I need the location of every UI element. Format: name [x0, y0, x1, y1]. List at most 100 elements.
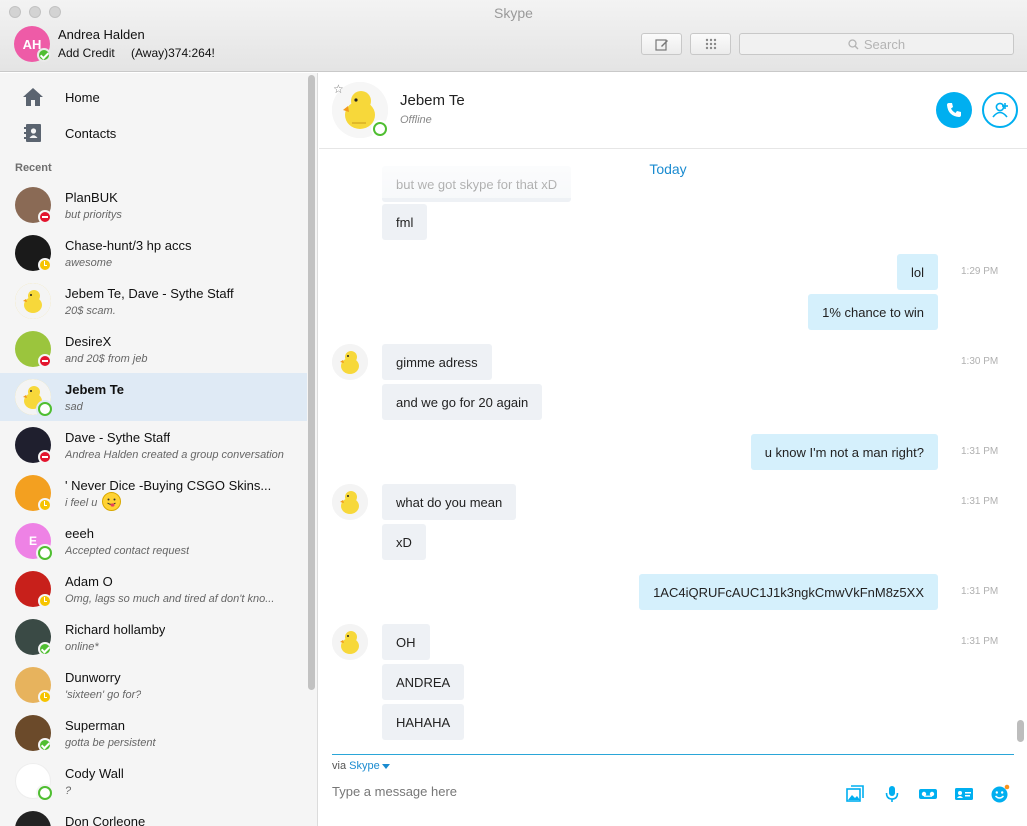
message-timestamp: 1:30 PM	[961, 356, 999, 367]
microphone-icon	[885, 786, 899, 802]
incoming-message[interactable]: xD	[382, 524, 426, 560]
dial-pad-icon	[705, 38, 716, 50]
outgoing-message[interactable]: 1% chance to win	[808, 294, 938, 330]
contact-item[interactable]: Dunworry 'sixteen' go for?	[0, 661, 307, 709]
duck-avatar-icon	[332, 624, 368, 660]
sender-avatar[interactable]	[332, 344, 368, 380]
contact-item[interactable]: Superman gotta be persistent	[0, 709, 307, 757]
conversation-status-offline-icon	[373, 122, 387, 136]
message-timestamp: 1:31 PM	[961, 586, 999, 597]
status-away-icon	[38, 498, 52, 512]
contact-mood: awesome	[65, 257, 113, 269]
chevron-down-icon[interactable]	[381, 763, 390, 769]
conversation-title[interactable]: Jebem Te	[400, 92, 465, 109]
messages-scrollbar[interactable]	[1017, 720, 1024, 742]
contact-mood: Omg, lags so much and tired af don't kno…	[65, 593, 275, 605]
search-icon	[848, 38, 859, 49]
contact-name: Richard hollamby	[65, 622, 166, 637]
contact-mood: and 20$ from jeb	[65, 353, 148, 365]
contact-item[interactable]: Don Corleone	[0, 805, 307, 826]
video-message-button[interactable]	[917, 783, 939, 805]
message-timestamp: 1:31 PM	[961, 636, 999, 647]
contact-name: DesireX	[65, 334, 112, 349]
video-message-icon	[919, 789, 937, 799]
contact-mood: i feel u	[65, 497, 98, 509]
status-offline-icon	[38, 402, 52, 416]
status-away-icon	[38, 690, 52, 704]
incoming-message[interactable]: and we go for 20 again	[382, 384, 543, 420]
smiley-icon	[991, 784, 1010, 803]
outgoing-message[interactable]: lol	[896, 254, 938, 290]
title-bar: Skype AH Andrea Halden Add Credit (Away)…	[0, 0, 1027, 72]
incoming-message[interactable]: ANDREA	[382, 664, 465, 700]
status-away-icon	[38, 258, 52, 272]
send-via-selector[interactable]: via Skype	[332, 760, 390, 772]
profile-name[interactable]: Andrea Halden	[58, 27, 145, 42]
dial-pad-button[interactable]	[690, 33, 731, 55]
incoming-message[interactable]: OH	[382, 624, 430, 660]
contact-name: Dunworry	[65, 670, 121, 685]
outgoing-message[interactable]: 1AC4iQRUFcAUC1J1k3ngkCmwVkFnM8z5XX	[639, 574, 938, 610]
message-timestamp: 1:31 PM	[961, 496, 999, 507]
emoticon-button[interactable]	[989, 783, 1011, 805]
status-dnd-icon	[38, 450, 52, 464]
contact-name: eeeh	[65, 526, 94, 541]
contact-item[interactable]: Eeeeh Accepted contact request	[0, 517, 307, 565]
contact-name: Dave - Sythe Staff	[65, 430, 171, 445]
incoming-message[interactable]: HAHAHA	[382, 704, 465, 740]
contact-item[interactable]: Chase-hunt/3 hp accs awesome	[0, 229, 307, 277]
profile-status-online-icon	[37, 48, 51, 62]
contact-mood: 20$ scam.	[65, 305, 116, 317]
contact-name: Superman	[65, 718, 125, 733]
status-away-icon	[38, 594, 52, 608]
call-button[interactable]	[936, 92, 972, 128]
nav-home-label: Home	[65, 89, 100, 105]
send-contact-button[interactable]	[953, 783, 975, 805]
contact-name: Cody Wall	[65, 766, 124, 781]
contact-item[interactable]: Adam O Omg, lags so much and tired af don…	[0, 565, 307, 613]
home-icon	[23, 88, 43, 106]
new-message-button[interactable]	[641, 33, 682, 55]
contact-item[interactable]: Cody Wall?	[0, 757, 307, 805]
contact-mood: online*	[65, 641, 99, 653]
search-input[interactable]: Search	[739, 33, 1014, 55]
window-title: Skype	[494, 5, 533, 21]
sender-avatar[interactable]	[332, 484, 368, 520]
contact-item[interactable]: ' Never Dice -Buying CSGO Skins... i feel…	[0, 469, 307, 517]
outgoing-message[interactable]: u know I'm not a man right?	[750, 434, 938, 470]
contact-mood: Andrea Halden created a group conversati…	[65, 449, 284, 461]
contact-item[interactable]: Jebem Te, Dave - Sythe Staff 20$ scam.	[0, 277, 307, 325]
message-timestamp: 1:29 PM	[961, 266, 999, 277]
favorite-star-icon[interactable]: ☆	[333, 82, 344, 96]
message-history[interactable]: but we got skype for that xD fml lol 1:29 P…	[319, 150, 1027, 753]
profile-mood[interactable]: (Away)374:264!	[131, 46, 215, 60]
nav-contacts[interactable]: Contacts	[22, 121, 116, 145]
incoming-message[interactable]: what do you mean	[382, 484, 517, 520]
via-service[interactable]: Skype	[349, 760, 380, 772]
incoming-message[interactable]: fml	[382, 204, 428, 240]
contact-item[interactable]: DesireX and 20$ from jeb	[0, 325, 307, 373]
compose-area: via Skype Type a message here	[332, 754, 1014, 826]
message-input[interactable]: Type a message here	[332, 784, 457, 799]
incoming-message[interactable]: gimme adress	[382, 344, 492, 380]
contact-mood: but prioritys	[65, 209, 122, 221]
sender-avatar[interactable]	[332, 624, 368, 660]
add-people-button[interactable]	[982, 92, 1018, 128]
duck-avatar-icon	[332, 344, 368, 380]
sidebar-scrollbar[interactable]	[308, 75, 315, 690]
contact-item[interactable]: Richard hollamby online*	[0, 613, 307, 661]
contact-name: Chase-hunt/3 hp accs	[65, 238, 192, 253]
contact-mood: sad	[65, 401, 83, 413]
status-offline-icon	[38, 786, 52, 800]
add-credit-link[interactable]: Add Credit	[58, 46, 115, 60]
send-image-button[interactable]	[844, 783, 866, 805]
contact-item[interactable]: Dave - Sythe Staff Andrea Halden created …	[0, 421, 307, 469]
contact-item[interactable]: Jebem Te sad	[0, 373, 307, 421]
tongue-emoticon-icon	[102, 492, 121, 511]
status-offline-icon	[38, 546, 52, 560]
contact-initial: E	[28, 534, 37, 548]
voice-message-button[interactable]	[881, 783, 903, 805]
sidebar: Home Contacts Recent PlanBUK but priority…	[0, 73, 318, 826]
contact-item[interactable]: PlanBUK but prioritys	[0, 181, 307, 229]
nav-home[interactable]: Home	[22, 85, 100, 109]
